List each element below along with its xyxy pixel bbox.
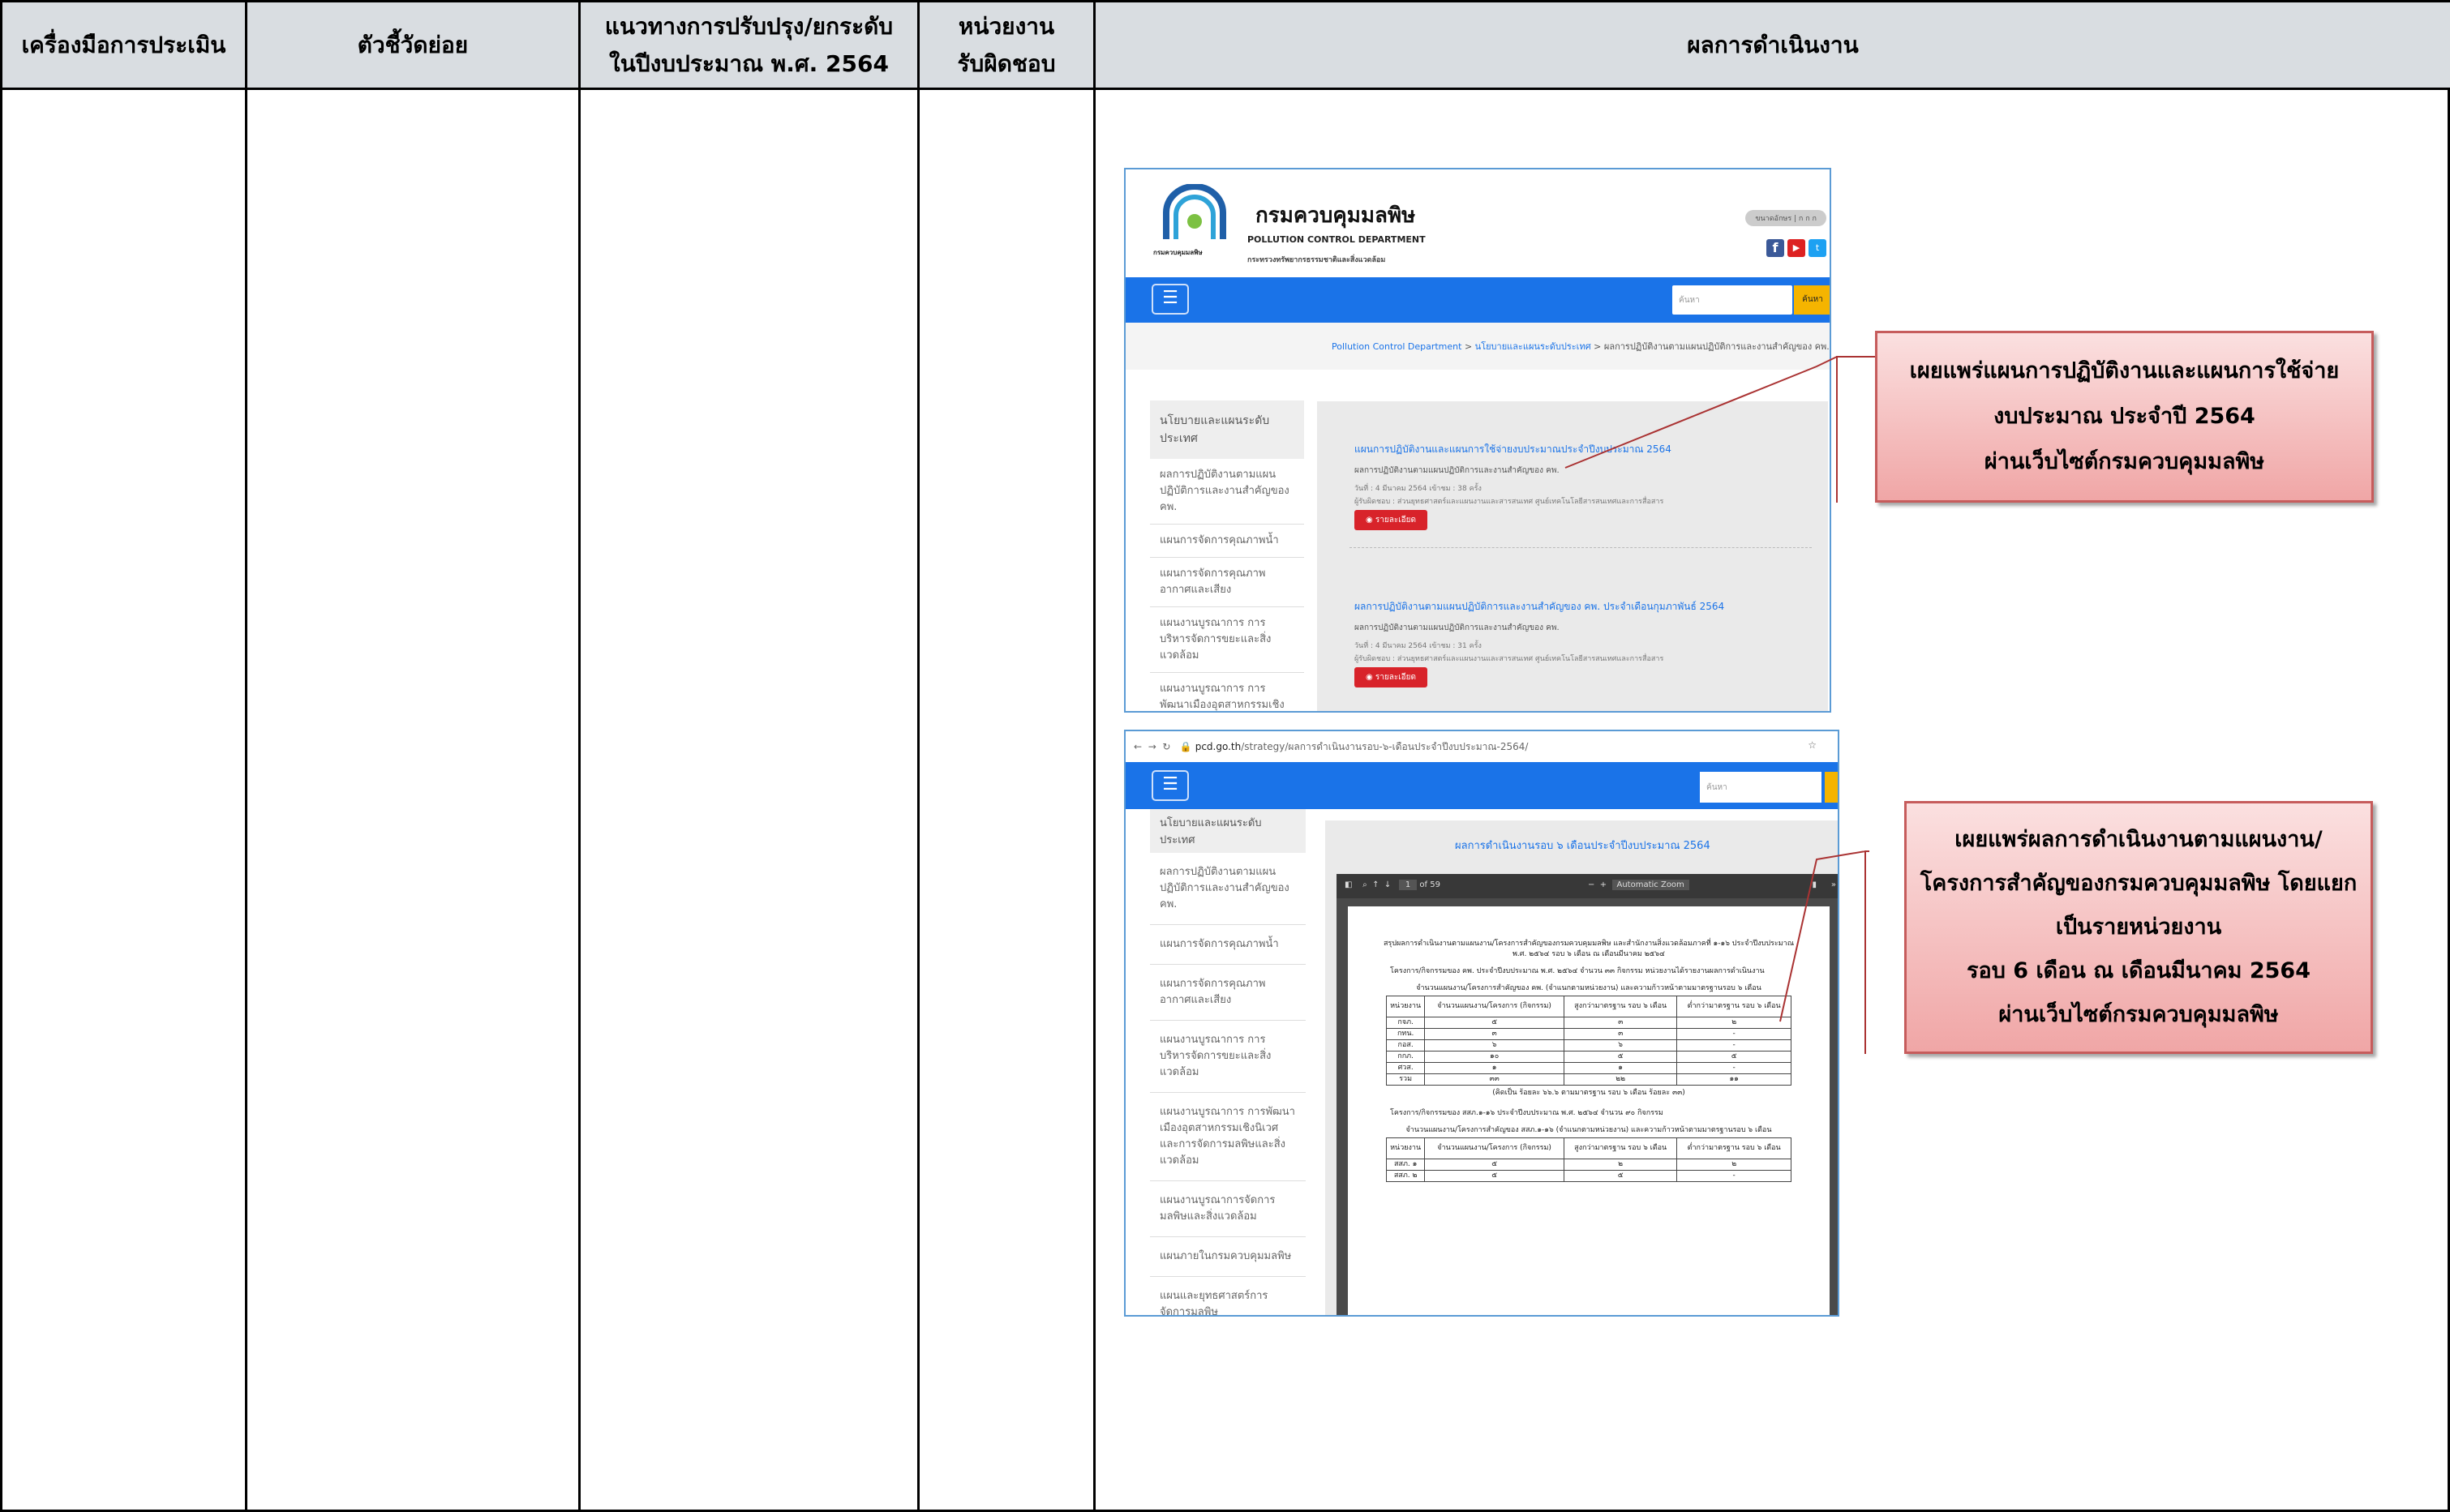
callout-plan-publication: เผยแพร่แผนการปฏิบัติงานและแผนการใช้จ่าย …: [1875, 331, 2374, 503]
connector-line-2: [1779, 850, 1869, 1054]
callout-line: ผ่านเว็บไซต์กรมควบคุมมลพิษ: [1984, 449, 2265, 474]
callout-line: ผ่านเว็บไซต์กรมควบคุมมลพิษ: [1998, 1002, 2279, 1027]
callout-results-publication: เผยแพร่ผลการดำเนินงานตามแผนงาน/ โครงการส…: [1904, 801, 2373, 1054]
callout-line: เผยแพร่ผลการดำเนินงานตามแผนงาน/: [1954, 827, 2323, 852]
callout-line: โครงการสำคัญของกรมควบคุมมลพิษ โดยแยก: [1920, 871, 2358, 896]
callout-line: รอบ 6 เดือน ณ เดือนมีนาคม 2564: [1967, 958, 2311, 983]
callout-line: งบประมาณ ประจำปี 2564: [1993, 404, 2255, 429]
callout-line: เผยแพร่แผนการปฏิบัติงานและแผนการใช้จ่าย: [1909, 358, 2340, 383]
callout-connectors: [1564, 356, 1875, 1054]
connector-line-1: [1564, 356, 1875, 503]
callout-line: เป็นรายหน่วยงาน: [2055, 914, 2222, 940]
